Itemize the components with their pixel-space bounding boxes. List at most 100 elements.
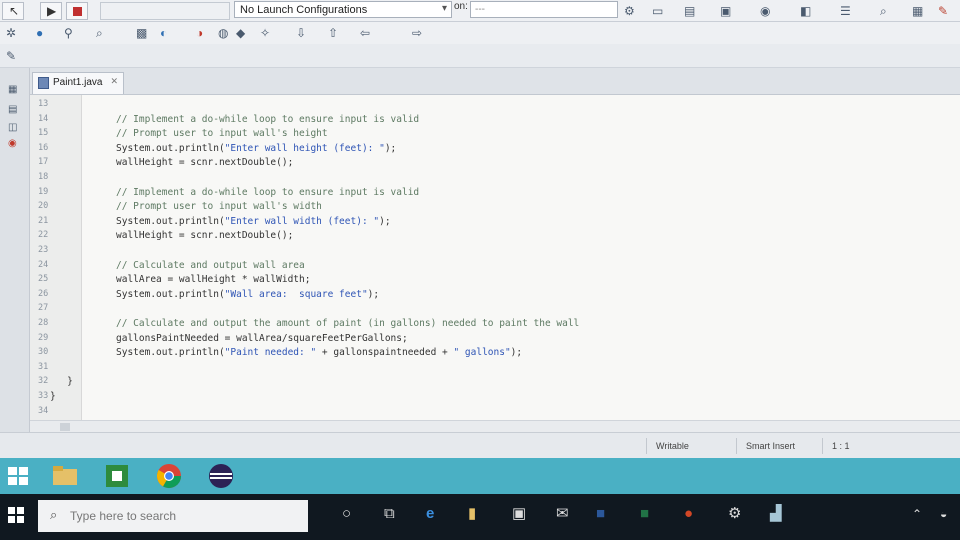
- run-as-icon[interactable]: ●: [36, 25, 43, 41]
- new-window-icon[interactable]: ▭: [652, 3, 663, 19]
- start-icon[interactable]: [8, 507, 24, 528]
- line-number: 14: [38, 113, 49, 124]
- code-line[interactable]: 17 wallHeight = scnr.nextDouble();: [30, 157, 960, 172]
- debug-bug-icon[interactable]: ✲: [6, 25, 16, 41]
- code-line[interactable]: 25 wallArea = wallHeight * wallWidth;: [30, 274, 960, 289]
- back-icon[interactable]: ↖: [2, 2, 24, 20]
- powerpoint-icon[interactable]: ●: [684, 504, 693, 524]
- restore-icon[interactable]: ▦: [8, 82, 17, 98]
- pin-icon[interactable]: ✎: [938, 3, 948, 19]
- next-annotation-icon[interactable]: ⇩: [296, 25, 306, 41]
- status-bar: Writable Smart Insert 1 : 1: [0, 432, 960, 458]
- annotation-icon[interactable]: ◆: [236, 25, 245, 41]
- code-token: " gallons": [453, 347, 511, 359]
- code-line[interactable]: 34: [30, 406, 960, 421]
- scrollbar-thumb[interactable]: [60, 423, 70, 431]
- package-explorer-icon[interactable]: ▤: [8, 102, 17, 118]
- debug-icon[interactable]: ◉: [760, 3, 770, 19]
- line-number: 18: [38, 172, 49, 182]
- cortana-icon[interactable]: ○: [342, 504, 351, 524]
- line-number: 30: [38, 347, 49, 358]
- code-token: }: [50, 391, 56, 402]
- code-line[interactable]: 32 }: [30, 376, 960, 391]
- open-task-icon[interactable]: ◍: [218, 25, 228, 41]
- store-icon[interactable]: [102, 462, 132, 490]
- tab-paint1-java[interactable]: Paint1.java ✕: [32, 72, 124, 94]
- new-class-icon[interactable]: ◐: [160, 25, 167, 41]
- code-line[interactable]: 24 // Calculate and output wall area: [30, 260, 960, 275]
- status-divider: [822, 438, 823, 454]
- previous-annotation-icon[interactable]: ⇧: [328, 25, 338, 41]
- forward-navigation-icon[interactable]: ⇨: [412, 25, 422, 41]
- launch-configuration-value: No Launch Configurations: [240, 4, 368, 16]
- launch-configuration-select[interactable]: No Launch Configurations ▾: [234, 1, 452, 18]
- code-text: // Calculate and output wall area: [116, 260, 305, 271]
- code-line[interactable]: 29 gallonsPaintNeeded = wallArea/squareFe…: [30, 333, 960, 348]
- word-icon[interactable]: ■: [596, 504, 605, 524]
- code-line[interactable]: 26 System.out.println("Wall area: square …: [30, 289, 960, 304]
- code-line[interactable]: 33}: [30, 391, 960, 406]
- code-line[interactable]: 16 System.out.println("Enter wall height …: [30, 143, 960, 158]
- coverage-icon[interactable]: ⚲: [64, 25, 73, 41]
- launch-target-value: ---: [475, 4, 485, 15]
- outline-icon[interactable]: ◧: [800, 3, 811, 19]
- launch-target-select[interactable]: ---: [470, 1, 618, 18]
- settings-gear-icon[interactable]: ⚙: [728, 504, 741, 524]
- code-line[interactable]: 23: [30, 245, 960, 260]
- code-line[interactable]: 20 // Prompt user to input wall's width: [30, 201, 960, 216]
- code-line[interactable]: 31: [30, 362, 960, 377]
- folder-icon[interactable]: ▮: [468, 504, 476, 524]
- code-line[interactable]: 18: [30, 172, 960, 187]
- code-line[interactable]: 14 // Implement a do-while loop to ensure…: [30, 114, 960, 129]
- stop-icon[interactable]: [66, 2, 88, 20]
- perspective-icon[interactable]: ▤: [684, 3, 695, 19]
- line-number: 33: [38, 391, 49, 401]
- wand-icon[interactable]: ✧: [260, 25, 270, 41]
- line-number: 20: [38, 201, 49, 212]
- horizontal-scrollbar[interactable]: [30, 420, 960, 432]
- code-line[interactable]: 15 // Prompt user to input wall's height: [30, 128, 960, 143]
- back-navigation-icon[interactable]: ⇦: [360, 25, 370, 41]
- task-view-icon[interactable]: ⧉: [384, 504, 395, 524]
- open-type-icon[interactable]: ◑: [196, 25, 203, 41]
- hierarchy-icon[interactable]: ◫: [8, 120, 17, 136]
- excel-icon[interactable]: ■: [640, 504, 649, 524]
- windows-logo-icon[interactable]: [4, 462, 34, 490]
- eclipse-icon[interactable]: [206, 462, 236, 490]
- taskbar-app-icon[interactable]: ▟: [770, 504, 782, 524]
- code-line[interactable]: 28 // Calculate and output the amount of …: [30, 318, 960, 333]
- code-line[interactable]: 22 wallHeight = scnr.nextDouble();: [30, 230, 960, 245]
- line-number: 34: [38, 405, 49, 416]
- java-perspective-icon[interactable]: ▦: [912, 3, 923, 19]
- code-line[interactable]: 30 System.out.println("Paint needed: " + …: [30, 347, 960, 362]
- code-line[interactable]: 27: [30, 303, 960, 318]
- code-text: wallHeight = scnr.nextDouble();: [116, 157, 293, 168]
- code-line[interactable]: 13: [30, 99, 960, 114]
- chrome-icon[interactable]: [154, 462, 184, 490]
- tertiary-toolbar: ✎: [0, 44, 960, 68]
- network-icon[interactable]: ◒: [940, 504, 947, 524]
- run-icon[interactable]: ▶: [40, 2, 62, 20]
- code-text: System.out.println("Paint needed: " + ga…: [116, 347, 522, 358]
- launch-mode-combo[interactable]: [100, 2, 230, 20]
- close-icon[interactable]: ✕: [110, 76, 118, 87]
- new-package-icon[interactable]: ▩: [136, 25, 147, 41]
- store-taskbar-icon[interactable]: ▣: [512, 504, 526, 524]
- code-editor[interactable]: 13 14 // Implement a do-while loop to ensu…: [30, 94, 960, 421]
- file-explorer-icon[interactable]: [50, 462, 80, 490]
- code-token: // Implement a do-while loop to ensure i…: [116, 186, 420, 198]
- chevron-up-icon[interactable]: ⌃: [912, 504, 922, 524]
- code-line[interactable]: 19 // Implement a do-while loop to ensure…: [30, 187, 960, 202]
- tasks-icon[interactable]: ☰: [840, 3, 851, 19]
- code-token: wallArea = wallHeight * wallWidth;: [116, 274, 311, 286]
- search-tool-icon[interactable]: ⌕: [96, 25, 103, 41]
- problems-icon[interactable]: ◉: [8, 136, 17, 152]
- pin-editor-icon[interactable]: ✎: [6, 48, 16, 64]
- edge-icon[interactable]: e: [426, 504, 434, 524]
- code-line[interactable]: 21 System.out.println("Enter wall width (…: [30, 216, 960, 231]
- taskbar-search-input[interactable]: ⌕ Type here to search: [38, 500, 308, 532]
- save-icon[interactable]: ▣: [720, 3, 731, 19]
- mail-icon[interactable]: ✉: [556, 504, 569, 524]
- search-icon[interactable]: ⌕: [880, 3, 887, 19]
- settings-icon[interactable]: ⚙: [624, 3, 635, 19]
